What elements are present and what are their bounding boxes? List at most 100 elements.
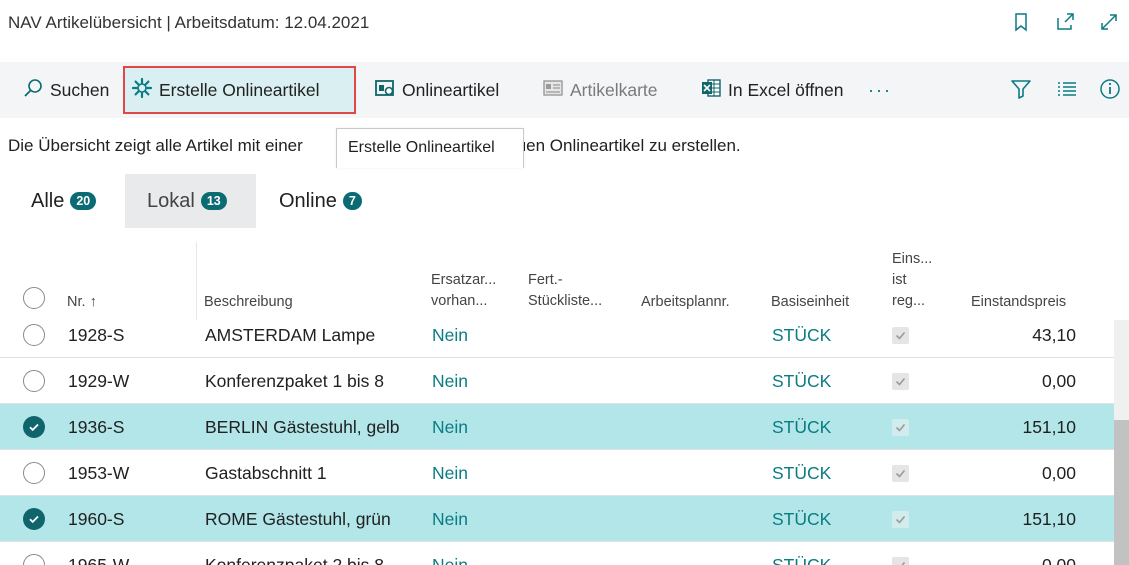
create-online-item-button[interactable]: Erstelle Onlineartikel (123, 66, 356, 114)
row-radio (23, 370, 45, 392)
tab-local[interactable]: Lokal 13 (125, 174, 256, 228)
row-radio (23, 554, 45, 565)
column-header-nr-label: Nr. (67, 294, 86, 310)
item-card-label: Artikelkarte (570, 79, 658, 100)
row-radio (23, 462, 45, 484)
tab-all-label: Alle (31, 189, 65, 212)
tab-all[interactable]: Alle 20 (9, 174, 118, 228)
description-start: Die Übersicht zeigt alle Artikel mit ein… (8, 136, 303, 155)
row-checked-icon (23, 508, 45, 530)
cell-ersatz[interactable]: Nein (432, 312, 468, 358)
cell-ersatz[interactable]: Nein (432, 496, 468, 542)
table-row[interactable]: 1929-W Konferenzpaket 1 bis 8 Nein STÜCK… (0, 358, 1114, 404)
cell-einst-checkbox (892, 404, 909, 450)
cell-nr[interactable]: 1965-W (68, 542, 129, 565)
list-view-icon[interactable] (1054, 76, 1080, 102)
column-header-ersatz-line1: Ersatzar... (431, 272, 497, 288)
row-checked-icon (23, 416, 45, 438)
sort-ascending-icon: ↑ (89, 294, 97, 310)
tab-online-count-badge: 7 (342, 192, 362, 210)
item-card-button[interactable]: Artikelkarte (536, 70, 664, 110)
table-row[interactable]: 1936-S BERLIN Gästestuhl, gelb Nein STÜC… (0, 404, 1114, 450)
search-button[interactable]: Suchen (16, 70, 115, 110)
row-select[interactable] (23, 450, 45, 496)
open-in-excel-button[interactable]: In Excel öffnen (694, 70, 849, 110)
online-items-button[interactable]: Onlineartikel (368, 70, 505, 110)
row-select[interactable] (23, 404, 45, 450)
cell-basiseinheit[interactable]: STÜCK (772, 542, 831, 565)
info-icon[interactable] (1097, 76, 1123, 102)
row-select[interactable] (23, 496, 45, 542)
cell-nr[interactable]: 1953-W (68, 450, 129, 496)
column-divider (196, 242, 197, 320)
table-row[interactable]: 1960-S ROME Gästestuhl, grün Nein STÜCK … (0, 496, 1114, 542)
cell-einstandspreis: 151,10 (1022, 508, 1076, 529)
column-header-einst-line3: reg... (892, 293, 926, 309)
window-icons (1009, 10, 1121, 34)
cell-basiseinheit[interactable]: STÜCK (772, 312, 831, 358)
cell-basiseinheit[interactable]: STÜCK (772, 496, 831, 542)
title-bar: NAV Artikelübersicht | Arbeitsdatum: 12.… (0, 0, 1129, 62)
cell-beschreibung: BERLIN Gästestuhl, gelb (205, 416, 400, 437)
scrollbar-thumb[interactable] (1114, 420, 1129, 565)
cell-einst-checkbox (892, 358, 909, 404)
description-end: neuen Onlineartikel zu erstellen. (497, 136, 741, 155)
checkmark-icon (892, 556, 909, 565)
cell-ersatz[interactable]: Nein (432, 404, 468, 450)
filter-icon[interactable] (1008, 76, 1034, 102)
cell-basiseinheit[interactable]: STÜCK (772, 450, 831, 496)
tab-local-label: Lokal (147, 189, 195, 212)
expand-icon[interactable] (1097, 10, 1121, 34)
tab-local-count-badge: 13 (200, 192, 227, 210)
table-row[interactable]: 1953-W Gastabschnitt 1 Nein STÜCK 0,00 (0, 450, 1114, 496)
cell-beschreibung: Gastabschnitt 1 (205, 462, 327, 483)
item-grid: Nr. ↑ Beschreibung Ersatzar... vorhan...… (0, 232, 1114, 565)
cell-ersatz[interactable]: Nein (432, 450, 468, 496)
tab-all-count-badge: 20 (70, 192, 97, 210)
create-online-item-label: Erstelle Onlineartikel (159, 79, 320, 100)
excel-icon (700, 77, 722, 104)
online-items-label: Onlineartikel (402, 79, 500, 100)
cell-beschreibung: Konferenzpaket 2 bis 8 (205, 554, 385, 565)
bookmark-icon[interactable] (1009, 10, 1033, 34)
cell-ersatz[interactable]: Nein (432, 358, 468, 404)
cell-basiseinheit[interactable]: STÜCK (772, 404, 831, 450)
cell-einstandspreis: 43,10 (1032, 324, 1076, 345)
open-new-window-icon[interactable] (1053, 10, 1077, 34)
gear-icon (131, 77, 153, 104)
table-row[interactable]: 1928-S AMSTERDAM Lampe Nein STÜCK 43,10 (0, 312, 1114, 358)
cell-nr[interactable]: 1936-S (68, 404, 124, 450)
column-header-einst-line1: Eins... (892, 251, 933, 267)
select-all-radio (23, 287, 45, 309)
search-icon (22, 77, 44, 104)
cell-basiseinheit[interactable]: STÜCK (772, 358, 831, 404)
checkmark-icon (892, 372, 909, 390)
checkmark-icon (892, 510, 909, 528)
cell-einst-checkbox (892, 450, 909, 496)
cell-einst-checkbox (892, 496, 909, 542)
tooltip: Erstelle Onlineartikel (336, 128, 524, 168)
online-items-icon (374, 77, 396, 104)
row-select[interactable] (23, 312, 45, 358)
checkmark-icon (892, 418, 909, 436)
column-header-einst-line2: ist (892, 272, 907, 288)
cell-nr[interactable]: 1929-W (68, 358, 129, 404)
cell-nr[interactable]: 1960-S (68, 496, 124, 542)
cell-einstandspreis: 0,00 (1041, 554, 1076, 565)
cell-ersatz[interactable]: Nein (432, 542, 468, 565)
cell-einst-checkbox (892, 542, 909, 565)
row-select[interactable] (23, 358, 45, 404)
column-header-ersatz-line2: vorhan... (431, 293, 488, 309)
tab-online[interactable]: Online 7 (257, 174, 384, 228)
column-header-fert-line1: Fert.- (528, 272, 563, 288)
cell-beschreibung: ROME Gästestuhl, grün (205, 508, 391, 529)
action-bar: Suchen Erstelle Onlineartikel Onlinearti… (0, 62, 1129, 118)
column-header-fert-line2: Stückliste... (528, 293, 603, 309)
row-select[interactable] (23, 542, 45, 565)
cell-nr[interactable]: 1928-S (68, 312, 124, 358)
item-card-icon (542, 77, 564, 104)
more-options-button[interactable]: ··· (862, 70, 898, 110)
open-in-excel-label: In Excel öffnen (728, 79, 844, 100)
table-row[interactable]: 1965-W Konferenzpaket 2 bis 8 Nein STÜCK… (0, 542, 1114, 565)
page-title: NAV Artikelübersicht | Arbeitsdatum: 12.… (8, 13, 370, 32)
